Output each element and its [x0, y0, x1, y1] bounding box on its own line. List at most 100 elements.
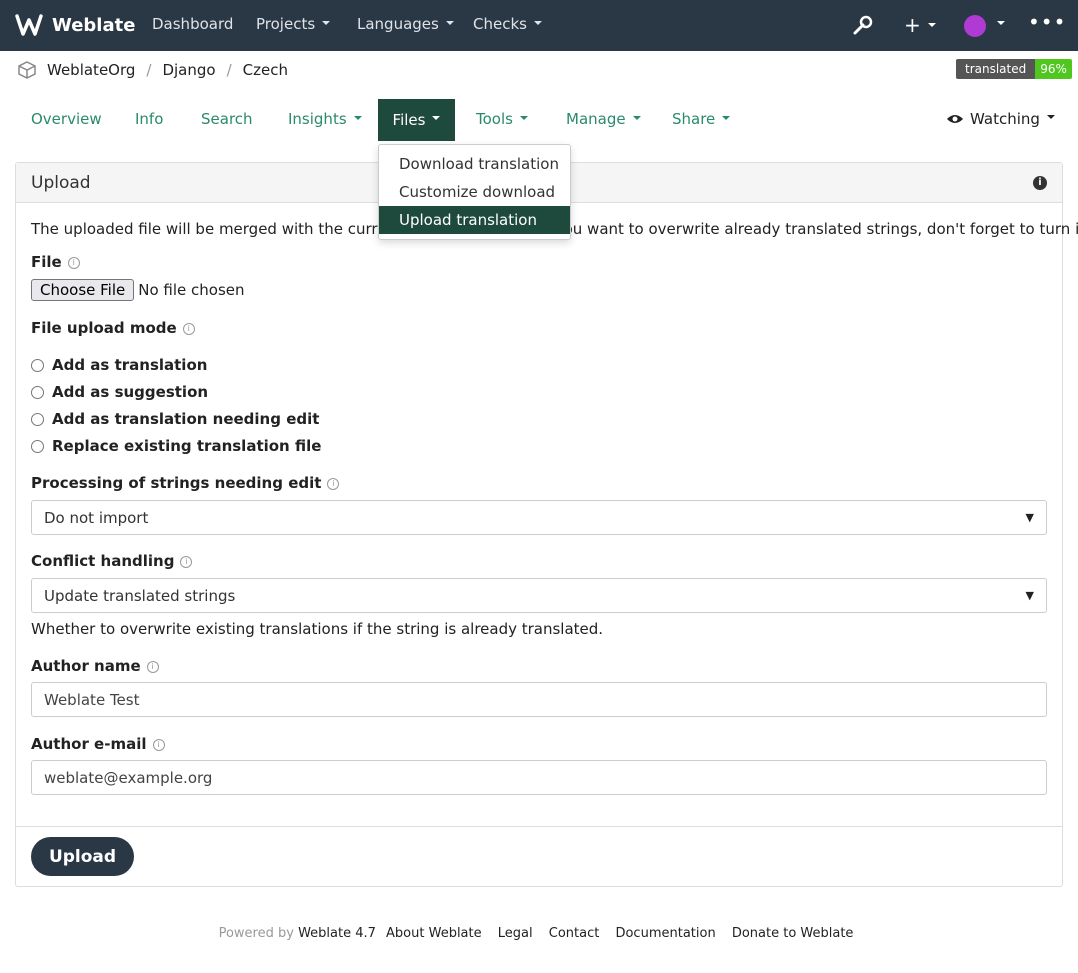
help-icon[interactable]: i — [146, 660, 159, 673]
radio-add-needing-edit[interactable]: Add as translation needing edit — [31, 410, 319, 428]
author-name-label: Author name i — [31, 657, 159, 675]
chevron-down-icon — [445, 20, 454, 25]
choose-file-button[interactable]: Choose File — [31, 279, 135, 301]
chevron-down-icon: ▼ — [1025, 589, 1034, 602]
breadcrumb-component[interactable]: Django — [162, 61, 215, 79]
tab-share[interactable]: Share — [672, 110, 731, 128]
radio-label: Add as translation — [52, 356, 208, 374]
tab-manage-label: Manage — [566, 110, 626, 128]
conflict-select-value: Update translated strings — [44, 586, 236, 605]
chevron-down-icon — [353, 115, 362, 120]
file-label: File i — [31, 253, 80, 271]
breadcrumb: WeblateOrg / Django / Czech — [17, 59, 288, 81]
chevron-down-icon — [997, 20, 1005, 25]
brand-name: Weblate — [52, 14, 136, 36]
status-badge: translated 96% — [956, 59, 1072, 79]
cube-icon — [18, 61, 36, 79]
conflict-select[interactable]: Update translated strings ▼ — [31, 578, 1047, 613]
file-label-text: File — [31, 253, 62, 271]
tab-tools-label: Tools — [476, 110, 513, 128]
fuzzy-label: Processing of strings needing edit i — [31, 474, 340, 492]
file-status: No file chosen — [138, 281, 245, 299]
chevron-down-icon — [322, 20, 331, 25]
nav-checks[interactable]: Checks — [473, 15, 542, 33]
radio-label: Add as suggestion — [52, 383, 209, 401]
upload-button[interactable]: Upload — [31, 837, 134, 876]
eye-icon — [947, 115, 963, 123]
tab-share-label: Share — [672, 110, 716, 128]
footer-about-link[interactable]: About Weblate — [386, 926, 482, 941]
watching-dropdown[interactable]: Watching — [946, 110, 1055, 128]
author-name-label-text: Author name — [31, 657, 141, 675]
chevron-down-icon — [722, 115, 731, 120]
author-name-field[interactable]: Weblate Test — [31, 682, 1047, 717]
menu-download-translation[interactable]: Download translation — [379, 150, 570, 178]
tab-info[interactable]: Info — [135, 110, 163, 128]
footer-legal-link[interactable]: Legal — [498, 926, 533, 941]
help-icon[interactable]: i — [327, 477, 340, 490]
fuzzy-select-value: Do not import — [44, 508, 149, 527]
avatar[interactable] — [964, 15, 986, 37]
nav-projects[interactable]: Projects — [256, 15, 331, 33]
author-email-label-text: Author e-mail — [31, 735, 147, 753]
fuzzy-select[interactable]: Do not import ▼ — [31, 500, 1047, 535]
chevron-down-icon — [533, 20, 542, 25]
footer-donate-link[interactable]: Donate to Weblate — [732, 926, 854, 941]
radio-button[interactable] — [31, 412, 44, 426]
nav-dashboard[interactable]: Dashboard — [152, 15, 233, 33]
radio-replace-file[interactable]: Replace existing translation file — [31, 437, 321, 455]
wrench-icon[interactable] — [851, 15, 873, 37]
tab-overview[interactable]: Overview — [31, 110, 102, 128]
fuzzy-label-text: Processing of strings needing edit — [31, 474, 322, 492]
radio-add-suggestion[interactable]: Add as suggestion — [31, 383, 208, 401]
menu-customize-download[interactable]: Customize download — [379, 178, 570, 206]
plus-icon: + — [904, 13, 921, 37]
chevron-down-icon — [632, 115, 641, 120]
conflict-label-text: Conflict handling — [31, 552, 175, 570]
tab-files[interactable]: Files — [378, 99, 455, 141]
file-input[interactable]: Choose File No file chosen — [31, 279, 245, 301]
tab-manage[interactable]: Manage — [566, 110, 641, 128]
conflict-help: Whether to overwrite existing translatio… — [31, 620, 604, 638]
breadcrumb-language[interactable]: Czech — [243, 61, 288, 79]
nav-projects-label: Projects — [256, 15, 316, 33]
nav-checks-label: Checks — [473, 15, 527, 33]
footer-version-link[interactable]: Weblate 4.7 — [298, 926, 376, 941]
help-icon[interactable]: i — [67, 256, 80, 269]
panel-footer: Upload — [16, 826, 1062, 886]
help-icon[interactable]: i — [152, 738, 165, 751]
radio-add-translation[interactable]: Add as translation — [31, 356, 207, 374]
more-icon[interactable]: ••• — [1028, 10, 1066, 34]
breadcrumb-project[interactable]: WeblateOrg — [47, 61, 135, 79]
footer-contact-link[interactable]: Contact — [549, 926, 600, 941]
tab-insights[interactable]: Insights — [288, 110, 362, 128]
radio-label: Add as translation needing edit — [52, 410, 320, 428]
tab-insights-label: Insights — [288, 110, 347, 128]
radio-button[interactable] — [31, 439, 44, 453]
footer-documentation-link[interactable]: Documentation — [615, 926, 715, 941]
tab-tools[interactable]: Tools — [476, 110, 528, 128]
user-menu-caret[interactable] — [990, 15, 1005, 33]
panel-title: Upload — [31, 172, 91, 193]
conflict-label: Conflict handling i — [31, 552, 193, 570]
brand-link[interactable]: Weblate — [15, 12, 135, 38]
help-icon[interactable]: i — [182, 322, 195, 335]
chevron-down-icon — [1046, 115, 1055, 119]
breadcrumb-separator: / — [226, 61, 232, 79]
info-icon[interactable]: i — [1033, 175, 1047, 190]
chevron-down-icon — [927, 22, 936, 27]
badge-value: 96% — [1035, 59, 1072, 79]
menu-upload-translation[interactable]: Upload translation — [379, 206, 570, 234]
radio-button[interactable] — [31, 385, 44, 399]
tab-search[interactable]: Search — [201, 110, 253, 128]
add-menu[interactable]: + — [904, 13, 936, 37]
radio-button[interactable] — [31, 358, 44, 372]
badge-label: translated — [956, 59, 1036, 79]
breadcrumb-separator: / — [146, 61, 152, 79]
nav-languages[interactable]: Languages — [357, 15, 454, 33]
nav-languages-label: Languages — [357, 15, 439, 33]
help-icon[interactable]: i — [180, 555, 193, 568]
radio-label: Replace existing translation file — [52, 437, 322, 455]
chevron-down-icon: ▼ — [1025, 511, 1034, 524]
author-email-field[interactable]: weblate@example.org — [31, 760, 1047, 795]
